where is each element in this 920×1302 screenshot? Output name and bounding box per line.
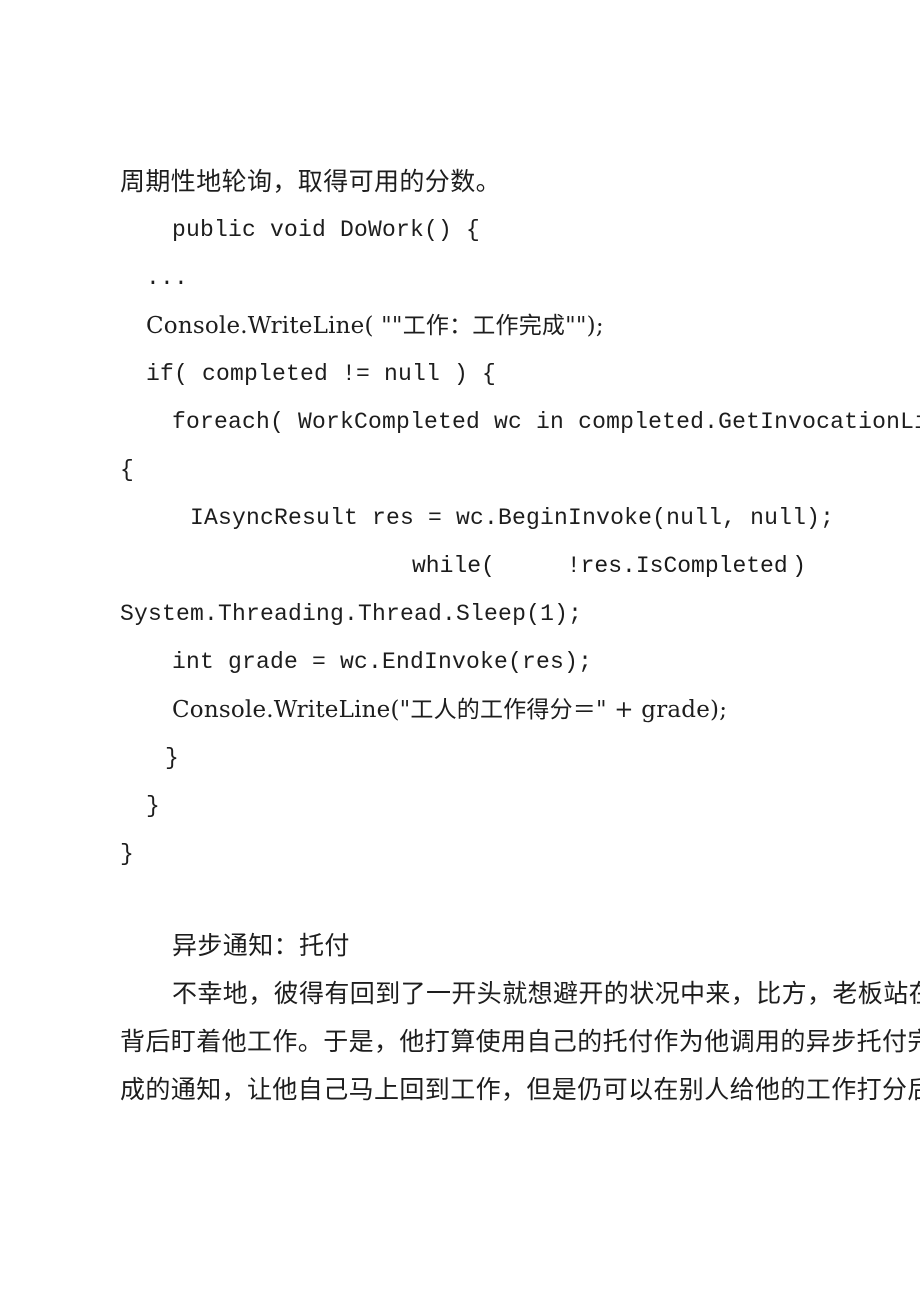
code-line-writeline-start: Console.WriteLine( ""工作：工作完成""); <box>146 313 604 339</box>
code-line-method-signature: public void DoWork() { <box>172 217 481 243</box>
section-paragraph: 不幸地，彼得有回到了一开头就想避开的状况中来，比方，老板站在 背后盯着他工作。于… <box>120 970 920 1114</box>
code-line-ellipsis: ... <box>146 265 189 291</box>
paragraph-line-1: 不幸地，彼得有回到了一开头就想避开的状况中来，比方，老板站在 <box>172 979 920 1008</box>
code-line-begin-invoke: IAsyncResult res = wc.BeginInvoke(null, … <box>190 505 835 531</box>
code-line-open-brace: { <box>120 457 135 483</box>
paragraph-line-2: 背后盯着他工作。于是，他打算使用自己的托付作为他调用的异步托付完 <box>120 1027 920 1056</box>
code-line-while-loop: while( !res.IsCompleted ) <box>120 542 806 590</box>
code-while-keyword: while( <box>412 553 495 579</box>
code-line-if-completed: if( completed != null ) { <box>146 361 497 387</box>
code-while-close-paren: ) <box>792 553 806 579</box>
section-heading: 异步通知：托付 <box>172 931 350 960</box>
code-line-close-brace-inner: } <box>165 745 180 771</box>
page-content: 周期性地轮询，取得可用的分数。 public void DoWork() { .… <box>120 158 920 1114</box>
code-line-close-brace-outer: } <box>120 841 135 867</box>
code-line-end-invoke: int grade = wc.EndInvoke(res); <box>172 649 593 675</box>
code-line-writeline-grade: Console.WriteLine("工人的工作得分＝" + grade); <box>172 697 728 723</box>
code-line-thread-sleep: System.Threading.Thread.Sleep(1); <box>120 601 583 627</box>
paragraph-line-3: 成的通知，让他自己马上回到工作，但是仍可以在别人给他的工作打分后 <box>120 1075 920 1104</box>
code-block: public void DoWork() { ... Console.Write… <box>120 206 920 878</box>
document-page: 周期性地轮询，取得可用的分数。 public void DoWork() { .… <box>0 0 920 1302</box>
code-line-close-brace-middle: } <box>146 793 161 819</box>
intro-paragraph-line: 周期性地轮询，取得可用的分数。 <box>120 167 502 196</box>
code-while-condition: !res.IsCompleted <box>566 553 788 579</box>
code-line-foreach: foreach( WorkCompleted wc in completed.G… <box>172 409 920 435</box>
